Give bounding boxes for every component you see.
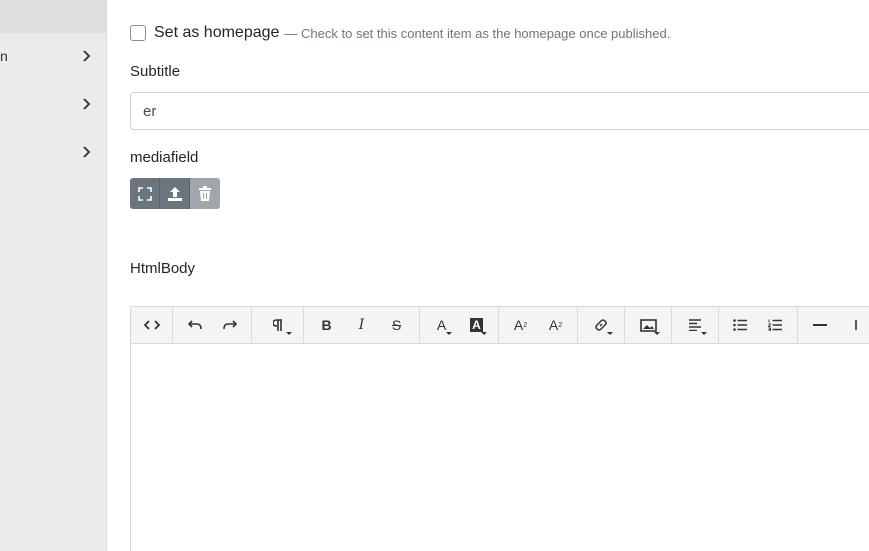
font-color-label: A (436, 317, 447, 333)
dropdown-caret-icon (446, 331, 452, 335)
numbered-list-button[interactable] (758, 307, 793, 344)
link-icon (595, 319, 607, 331)
background-color-button[interactable]: A (459, 307, 494, 344)
sidebar: n (0, 0, 107, 551)
subscript-button[interactable]: A2 (538, 307, 573, 344)
media-toolbar (130, 178, 220, 209)
insert-link-button[interactable] (582, 307, 620, 344)
paragraph-icon (272, 318, 282, 331)
horizontal-rule-button[interactable] (802, 307, 837, 344)
superscript-button[interactable]: A2 (503, 307, 538, 344)
editor-toolbar: B I S A A A2 A2 (131, 306, 869, 344)
homepage-hint: — Check to set this content item as the … (284, 25, 671, 41)
code-view-button[interactable] (134, 307, 169, 344)
mediafield-label: mediafield (130, 149, 199, 166)
dropdown-caret-icon (654, 331, 660, 335)
background-color-label: A (470, 318, 483, 332)
align-left-icon (689, 319, 701, 331)
subtitle-input[interactable]: er (130, 92, 869, 130)
undo-button[interactable] (177, 307, 212, 344)
subtitle-label: Subtitle (130, 63, 181, 80)
content-editor: Set as homepage — Check to set this cont… (130, 0, 869, 551)
strikethrough-button[interactable]: S (379, 307, 414, 344)
htmlbody-label: HtmlBody (130, 260, 196, 277)
bulleted-list-button[interactable] (723, 307, 758, 344)
sidebar-active-item[interactable] (0, 0, 106, 33)
code-icon (143, 320, 160, 330)
upload-icon (167, 186, 182, 201)
chevron-right-icon (83, 50, 91, 62)
expand-button[interactable] (130, 178, 160, 209)
sidebar-item-label: n (0, 48, 8, 64)
dropdown-caret-icon (701, 331, 707, 335)
redo-button[interactable] (212, 307, 247, 344)
redo-icon (222, 320, 237, 330)
homepage-option: Set as homepage — Check to set this cont… (130, 23, 670, 43)
sidebar-item-1[interactable]: n (0, 45, 106, 69)
sidebar-item-2[interactable] (0, 93, 106, 117)
html-editor: B I S A A A2 A2 (130, 306, 869, 551)
bulleted-list-icon (733, 319, 747, 331)
delete-button[interactable] (190, 178, 220, 209)
sidebar-item-3[interactable] (0, 141, 106, 165)
image-icon (639, 318, 657, 332)
homepage-checkbox[interactable] (130, 25, 146, 41)
chevron-right-icon (83, 146, 91, 158)
clipped-tool-icon (854, 320, 857, 330)
insert-image-button[interactable] (629, 307, 667, 344)
dropdown-caret-icon (607, 331, 613, 335)
dropdown-caret-icon (286, 331, 292, 335)
clipped-hint-text (330, 0, 420, 2)
trash-icon (199, 186, 211, 201)
chevron-right-icon (83, 98, 91, 110)
subtitle-value: er (143, 102, 157, 120)
expand-icon (137, 186, 152, 201)
paragraph-format-button[interactable] (256, 307, 299, 344)
editor-content-area[interactable] (131, 344, 869, 551)
numbered-list-icon (768, 319, 782, 331)
bold-button[interactable]: B (309, 307, 344, 344)
superscript-label: A (513, 317, 524, 333)
homepage-label[interactable]: Set as homepage (154, 24, 279, 42)
horizontal-rule-icon (812, 324, 827, 326)
font-color-button[interactable]: A (424, 307, 459, 344)
more-tools-button[interactable] (837, 307, 869, 344)
upload-button[interactable] (160, 178, 190, 209)
undo-icon (187, 320, 202, 330)
align-button[interactable] (676, 307, 714, 344)
italic-button[interactable]: I (344, 307, 379, 344)
subscript-label: A (548, 317, 559, 333)
dropdown-caret-icon (481, 331, 487, 335)
